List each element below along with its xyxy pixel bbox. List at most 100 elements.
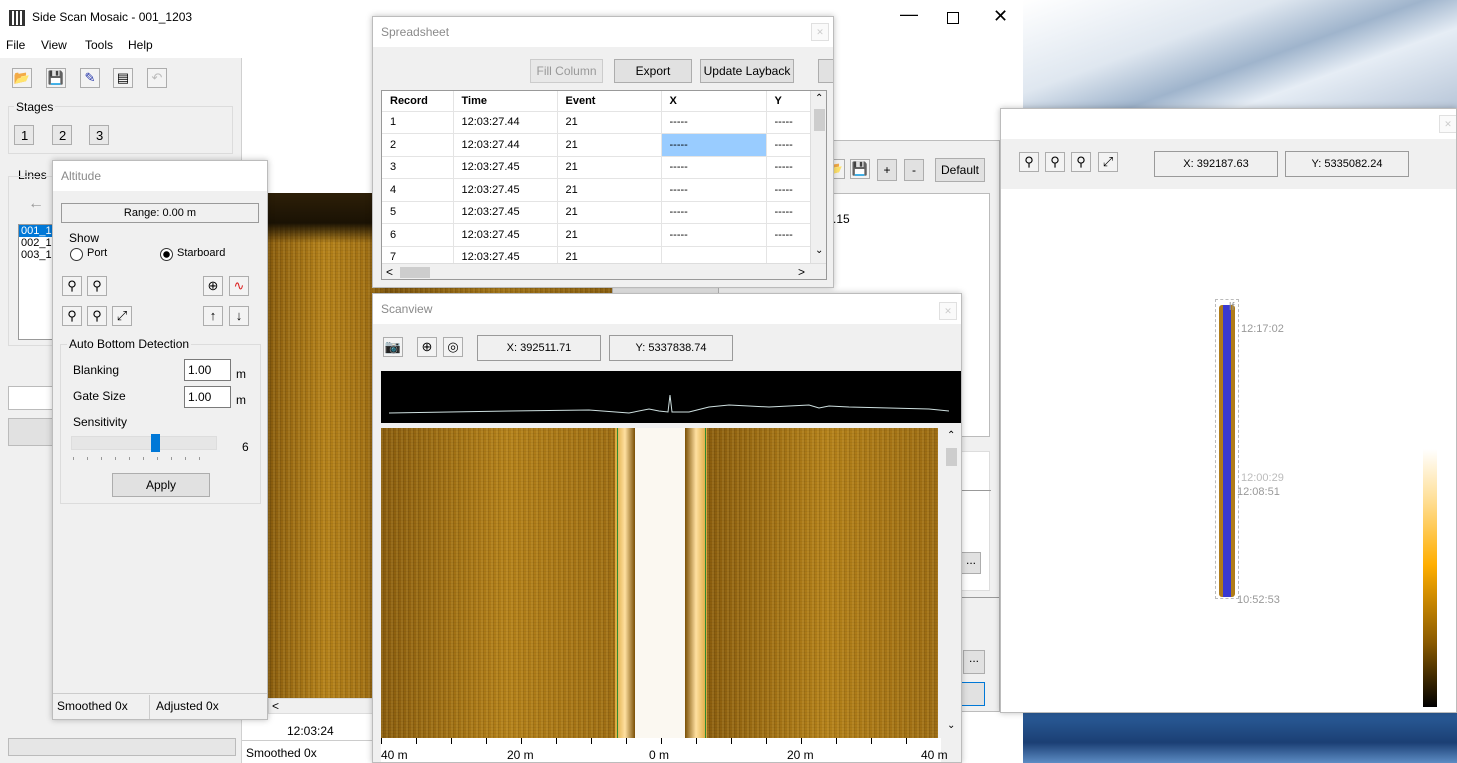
cell-event[interactable]: 21 xyxy=(557,156,662,179)
close-icon[interactable]: ✕ xyxy=(993,6,1008,27)
table-row[interactable]: 4 12:03:27.45 21 ----- ----- xyxy=(382,178,812,202)
cell-y[interactable]: ----- xyxy=(766,178,812,202)
scroll-left-icon[interactable]: < xyxy=(272,699,279,713)
menu-file[interactable]: File xyxy=(6,38,25,52)
crosshair-icon[interactable]: ⊕ xyxy=(417,337,437,357)
apply-button[interactable]: Apply xyxy=(112,473,210,497)
menu-view[interactable]: View xyxy=(41,38,67,52)
hscroll-thumb[interactable] xyxy=(400,267,430,278)
port-radio[interactable] xyxy=(70,248,83,261)
cell-record[interactable]: 1 xyxy=(382,111,454,134)
extra-button[interactable] xyxy=(818,59,833,83)
sensitivity-slider-thumb[interactable] xyxy=(151,434,160,452)
zoom-plus-button[interactable]: + xyxy=(877,159,897,181)
zoom-minus-button[interactable]: - xyxy=(904,159,924,181)
cell-time[interactable]: 12:03:27.44 xyxy=(453,111,558,134)
target-icon[interactable]: ◎ xyxy=(443,337,463,357)
arrow-up-icon[interactable]: ↑ xyxy=(203,306,223,326)
cell-time[interactable]: 12:03:27.45 xyxy=(453,223,558,247)
fit-extent-icon[interactable]: ⤢ xyxy=(112,306,132,326)
scroll-down-icon[interactable]: ⌄ xyxy=(947,720,955,731)
partial-button[interactable] xyxy=(958,682,985,706)
save-icon[interactable]: 💾 xyxy=(850,159,870,179)
scroll-thumb[interactable] xyxy=(946,448,957,466)
default-button[interactable]: Default xyxy=(935,158,985,182)
spreadsheet-close-icon[interactable]: ✕ xyxy=(811,23,829,41)
cell-event[interactable]: 21 xyxy=(557,201,662,224)
stage-2-button[interactable]: 2 xyxy=(52,125,72,145)
zoom-window-icon[interactable]: ⚲ xyxy=(1045,152,1065,172)
fill-column-button[interactable]: Fill Column xyxy=(530,59,603,83)
properties-icon[interactable]: ▤ xyxy=(113,68,133,88)
cell-x[interactable]: ----- xyxy=(661,156,767,179)
maximize-icon[interactable] xyxy=(947,12,959,24)
cell-time[interactable]: 12:03:27.44 xyxy=(453,133,558,157)
save-icon[interactable]: 💾 xyxy=(46,68,66,88)
scroll-up-icon[interactable]: ⌃ xyxy=(815,93,823,104)
cell-event[interactable]: 21 xyxy=(557,111,662,134)
cell-x[interactable]: ----- xyxy=(661,223,767,247)
zoom-in-icon[interactable]: ⚲ xyxy=(1019,152,1039,172)
edit-pen-icon[interactable]: ✎ xyxy=(80,68,100,88)
menu-help[interactable]: Help xyxy=(128,38,153,52)
zoom-in-icon[interactable]: ⚲ xyxy=(62,306,82,326)
fit-extent-icon[interactable]: ⤢ xyxy=(1098,152,1118,172)
stage-1-button[interactable]: 1 xyxy=(14,125,34,145)
signal-icon[interactable]: ∿ xyxy=(229,276,249,296)
browse-button[interactable]: ... xyxy=(961,552,981,574)
column-header[interactable]: Y xyxy=(766,91,812,112)
zoom-horizontal-out-icon[interactable]: ⚲ xyxy=(87,276,107,296)
cell-time[interactable]: 12:03:27.45 xyxy=(453,156,558,179)
cell-record[interactable]: 3 xyxy=(382,156,454,179)
scanview-vscrollbar[interactable]: ⌃ ⌄ xyxy=(943,428,960,738)
cell-y[interactable]: ----- xyxy=(766,156,812,179)
zoom-horizontal-in-icon[interactable]: ⚲ xyxy=(62,276,82,296)
gate-size-input[interactable] xyxy=(184,386,231,408)
cell-record[interactable]: 2 xyxy=(382,133,454,157)
cell-record[interactable]: 5 xyxy=(382,201,454,224)
left-action-button[interactable] xyxy=(8,418,58,446)
stage-3-button[interactable]: 3 xyxy=(89,125,109,145)
table-row[interactable]: 6 12:03:27.45 21 ----- ----- xyxy=(382,223,812,247)
cell-x[interactable]: ----- xyxy=(661,201,767,224)
column-header[interactable]: Record xyxy=(382,91,454,112)
spreadsheet-vscrollbar[interactable]: ⌃ ⌄ xyxy=(810,91,826,263)
blanking-input[interactable] xyxy=(184,359,231,381)
cell-y[interactable]: ----- xyxy=(766,133,812,157)
mosaic-close-icon[interactable]: ✕ xyxy=(1439,115,1456,133)
arrow-down-icon[interactable]: ↓ xyxy=(229,306,249,326)
column-header[interactable]: Event xyxy=(557,91,662,112)
table-row[interactable]: 1 12:03:27.44 21 ----- ----- xyxy=(382,111,812,134)
open-folder-icon[interactable]: 📂 xyxy=(12,68,32,88)
scroll-left-icon[interactable]: < xyxy=(386,265,393,279)
scanview-close-icon[interactable]: ✕ xyxy=(939,302,957,320)
browse-button-2[interactable]: ... xyxy=(963,650,985,674)
cell-time[interactable]: 12:03:27.45 xyxy=(453,201,558,224)
scroll-thumb[interactable] xyxy=(814,109,825,131)
table-row[interactable]: 3 12:03:27.45 21 ----- ----- xyxy=(382,156,812,179)
menu-tools[interactable]: Tools xyxy=(85,38,113,52)
zoom-out-icon[interactable]: ⚲ xyxy=(1071,152,1091,172)
cell-time[interactable]: 12:03:27.45 xyxy=(453,178,558,202)
camera-icon[interactable]: 📷 xyxy=(383,337,403,357)
sensitivity-slider-track[interactable] xyxy=(71,436,217,450)
cell-y[interactable]: ----- xyxy=(766,201,812,224)
column-header[interactable]: Time xyxy=(453,91,558,112)
starboard-radio[interactable] xyxy=(160,248,173,261)
scroll-up-icon[interactable]: ⌃ xyxy=(947,430,955,441)
cell-event[interactable]: 21 xyxy=(557,178,662,202)
scroll-down-icon[interactable]: ⌄ xyxy=(815,245,823,256)
spreadsheet-hscrollbar[interactable]: < > xyxy=(382,263,826,279)
column-header[interactable]: X xyxy=(661,91,767,112)
waterfall-scrollbar[interactable]: < xyxy=(268,698,380,714)
cell-event[interactable]: 21 xyxy=(557,133,662,157)
undo-icon[interactable]: ↶ xyxy=(147,68,167,88)
table-row[interactable]: 5 12:03:27.45 21 ----- ----- xyxy=(382,201,812,224)
table-row[interactable]: 2 12:03:27.44 21 ----- ----- xyxy=(382,133,812,157)
cell-y[interactable]: ----- xyxy=(766,111,812,134)
update-layback-button[interactable]: Update Layback xyxy=(700,59,794,83)
minimize-icon[interactable]: — xyxy=(900,4,918,25)
cell-record[interactable]: 4 xyxy=(382,178,454,202)
cell-x[interactable]: ----- xyxy=(661,178,767,202)
cell-record[interactable]: 6 xyxy=(382,223,454,247)
